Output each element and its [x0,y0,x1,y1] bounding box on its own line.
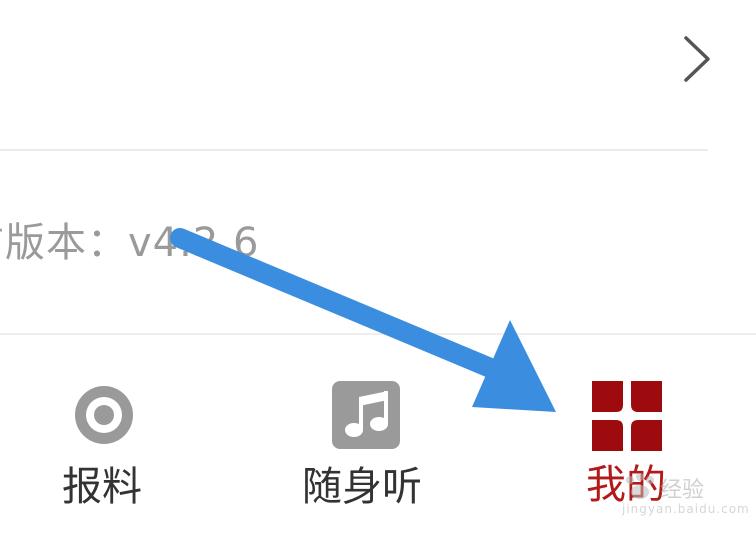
tab-label: 报料 [62,464,142,510]
watermark: 经验 jingyan.baidu.com [620,470,749,522]
version-text: 前版本：v4.2.6 [0,220,260,266]
tab-label: 随身听 [302,464,422,510]
paw-logo-icon [626,473,654,499]
four-petal-icon [592,381,662,451]
music-note-icon [332,381,400,449]
target-icon [75,386,133,444]
chevron-right-icon [684,36,710,82]
tab-suishenting[interactable]: 随身听 [290,335,450,535]
settings-screen: 前版本：v4.2.6 报料 随身听 [0,0,756,535]
settings-row-top[interactable] [0,0,756,150]
tab-baoliao[interactable]: 报料 [40,335,170,535]
watermark-url: jingyan.baidu.com [622,502,750,516]
watermark-text: 经验 [660,478,705,503]
